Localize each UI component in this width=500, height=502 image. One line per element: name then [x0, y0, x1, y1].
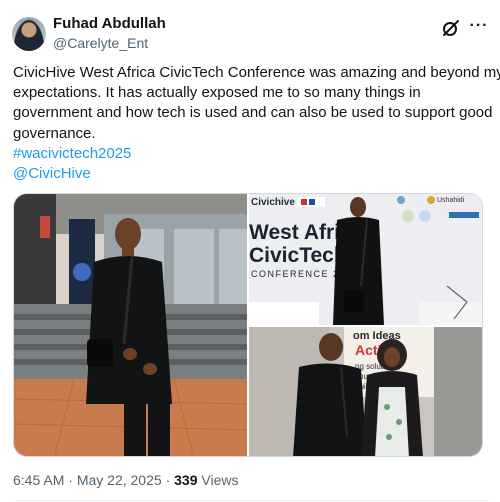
photo-1[interactable]	[14, 194, 247, 456]
meta-separator: ·	[165, 472, 171, 488]
views-label: Views	[201, 472, 239, 488]
views-count: 339	[174, 472, 198, 488]
tweet-card: Fuhad Abdullah @Carelyte_Ent ··· CivicHi…	[0, 0, 500, 502]
grok-icon[interactable]	[441, 18, 461, 38]
tweet-line: CivicHive West Africa CivicTech Conferen…	[13, 64, 500, 81]
avatar[interactable]	[12, 17, 46, 51]
hashtag-link[interactable]: #wacivictech2025	[13, 144, 491, 164]
banner-partner: Ushahidi	[437, 197, 465, 204]
tweet-line: governance.	[13, 124, 96, 142]
media-grid: Civichive Ushahidi West Africa CivicTech…	[13, 193, 483, 457]
divider	[13, 500, 491, 501]
tweet-line: government and how tech is used and can …	[13, 104, 493, 122]
tweet-time[interactable]: 6:45 AM	[13, 472, 64, 488]
banner-subtitle: CONFERENCE 2	[251, 269, 340, 279]
author-handle[interactable]: @Carelyte_Ent	[53, 35, 148, 51]
photo-3[interactable]: om Ideas Actio ng solutions, countable b…	[249, 327, 482, 456]
tweet-line: expectations. It has actually exposed me…	[13, 84, 421, 102]
more-icon[interactable]: ···	[468, 18, 490, 38]
mention-link[interactable]: @CivicHive	[13, 164, 491, 184]
tweet-date[interactable]: May 22, 2025	[77, 472, 162, 488]
tweet-meta: 6:45 AM · May 22, 2025 · 339 Views	[13, 472, 238, 488]
photo-2[interactable]: Civichive Ushahidi West Africa CivicTech…	[249, 194, 482, 325]
banner-title-line2: CivicTech	[249, 244, 347, 267]
photo-3-image: om Ideas Actio ng solutions, countable b…	[249, 327, 482, 456]
photo-1-image	[14, 194, 247, 456]
tweet-text: CivicHive West Africa CivicTech Conferen…	[13, 63, 500, 184]
banner-brand: Civichive	[251, 197, 295, 208]
meta-separator: ·	[68, 472, 73, 488]
photo-2-image: Civichive Ushahidi West Africa CivicTech…	[249, 194, 482, 325]
author-name[interactable]: Fuhad Abdullah	[53, 15, 166, 32]
